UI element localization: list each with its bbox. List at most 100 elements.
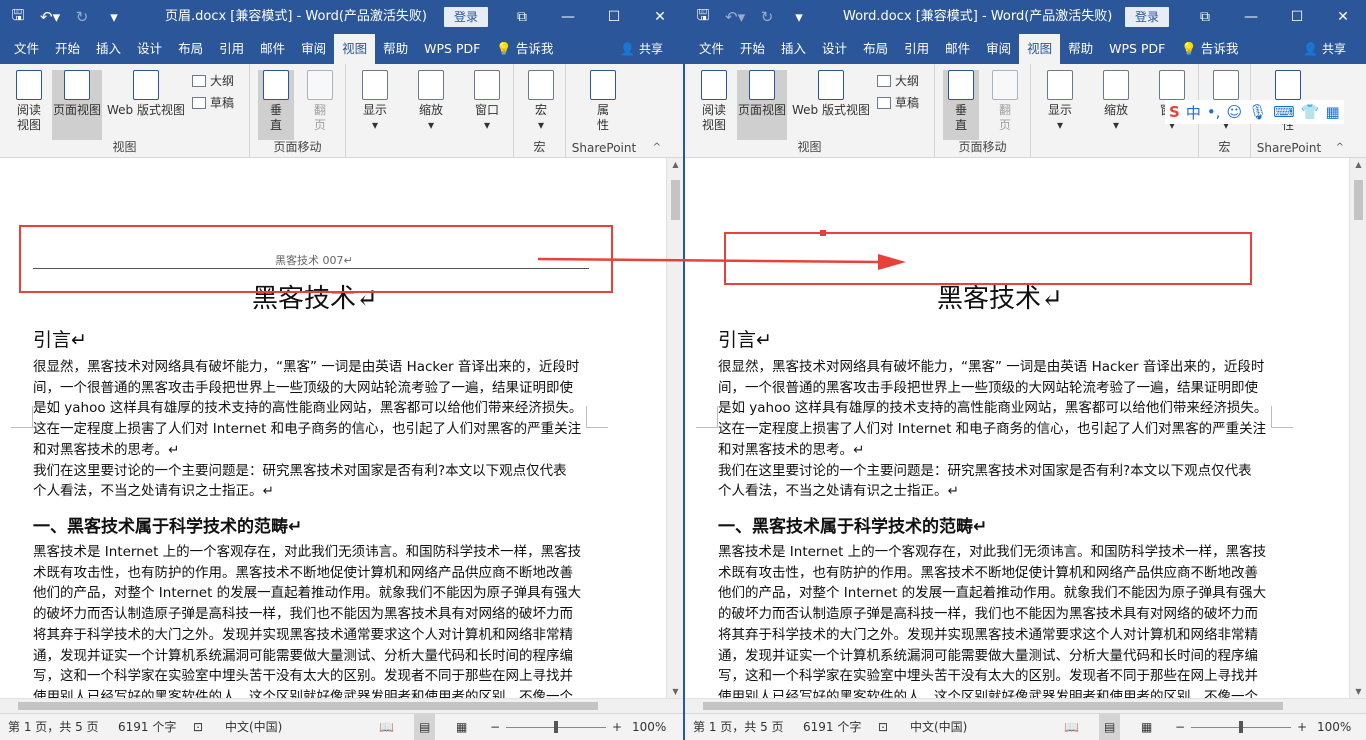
show-button[interactable]: 显示 ▾	[1045, 70, 1075, 133]
zoom-in-icon[interactable]: +	[612, 714, 622, 740]
tab-design[interactable]: 设计	[129, 34, 170, 64]
proofing-icon[interactable]: ⊡	[878, 714, 888, 740]
read-mode-button[interactable]: 阅读 视图	[693, 70, 735, 133]
ribbon-display-options-icon[interactable]: ⧉	[1182, 0, 1228, 34]
document-page[interactable]: 黑客技术↵ 引言↵ 很显然，黑客技术对网络具有破坏能力，“黑客” 一词是由英语 …	[685, 158, 1349, 698]
tab-file[interactable]: 文件	[6, 34, 47, 64]
word-count[interactable]: 6191 个字	[803, 714, 861, 740]
show-button[interactable]: 显示 ▾	[360, 70, 390, 133]
page-count[interactable]: 第 1 页，共 5 页	[8, 714, 99, 740]
save-icon[interactable]: 🖫	[693, 5, 713, 30]
tab-review[interactable]: 审阅	[293, 34, 334, 64]
ime-emoji-icon[interactable]: ☺	[1226, 103, 1242, 121]
horizontal-scrollbar[interactable]	[0, 698, 683, 713]
tab-layout[interactable]: 布局	[855, 34, 896, 64]
tab-home[interactable]: 开始	[732, 34, 773, 64]
ime-skin-icon[interactable]: 👕	[1301, 103, 1320, 121]
share-button[interactable]: 👤 共享	[620, 34, 663, 64]
tab-help[interactable]: 帮助	[1060, 34, 1101, 64]
ime-voice-icon[interactable]: 🎙	[1248, 103, 1267, 121]
draft-button[interactable]: 草稿	[192, 94, 234, 111]
close-icon[interactable]: ✕	[1320, 0, 1366, 34]
zoom-button[interactable]: 缩放 ▾	[416, 70, 446, 133]
language[interactable]: 中文(中国)	[225, 714, 282, 740]
outline-button[interactable]: 大纲	[877, 72, 919, 89]
read-mode-icon[interactable]: 📖	[379, 714, 394, 740]
web-layout-icon[interactable]: ▦	[456, 714, 467, 740]
zoom-level[interactable]: 100%	[632, 714, 666, 740]
tab-help[interactable]: 帮助	[375, 34, 416, 64]
print-layout-icon[interactable]: ▤	[1099, 714, 1121, 740]
ime-keyboard-icon[interactable]: ⌨	[1273, 103, 1295, 121]
read-mode-button[interactable]: 阅读 视图	[8, 70, 50, 133]
tab-references[interactable]: 引用	[211, 34, 252, 64]
zoom-slider-knob[interactable]	[554, 721, 558, 733]
print-layout-icon[interactable]: ▤	[414, 714, 436, 740]
read-mode-icon[interactable]: 📖	[1064, 714, 1079, 740]
tab-tell-me[interactable]: 💡 告诉我	[488, 34, 561, 64]
horizontal-scroll-thumb[interactable]	[18, 702, 598, 710]
vertical-button[interactable]: 垂 直	[258, 70, 294, 140]
maximize-icon[interactable]: ☐	[591, 0, 637, 34]
outline-button[interactable]: 大纲	[192, 72, 234, 89]
scroll-thumb[interactable]	[671, 180, 680, 220]
web-layout-button[interactable]: Web 版式视图	[789, 70, 873, 118]
tab-review[interactable]: 审阅	[978, 34, 1019, 64]
tab-wps-pdf[interactable]: WPS PDF	[1101, 34, 1173, 64]
word-count[interactable]: 6191 个字	[118, 714, 176, 740]
page-count[interactable]: 第 1 页，共 5 页	[693, 714, 784, 740]
print-layout-button[interactable]: 页面视图	[737, 70, 787, 140]
redo-icon[interactable]: ↻	[757, 8, 777, 26]
tab-insert[interactable]: 插入	[773, 34, 814, 64]
document-page[interactable]: 黑客技术 007↵ 黑客技术↵ 引言↵ 很显然，黑客技术对网络具有破坏能力，“黑…	[0, 158, 666, 698]
share-button[interactable]: 👤 共享	[1303, 34, 1346, 64]
tab-view[interactable]: 视图	[1019, 34, 1061, 64]
ime-punctuation-icon[interactable]: •,	[1207, 103, 1221, 121]
zoom-out-icon[interactable]: −	[1175, 714, 1185, 740]
horizontal-scroll-thumb[interactable]	[703, 702, 1283, 710]
horizontal-scrollbar[interactable]	[685, 698, 1366, 713]
tab-tell-me[interactable]: 💡 告诉我	[1173, 34, 1246, 64]
zoom-button[interactable]: 缩放 ▾	[1101, 70, 1131, 133]
tab-wps-pdf[interactable]: WPS PDF	[416, 34, 488, 64]
tab-layout[interactable]: 布局	[170, 34, 211, 64]
web-layout-icon[interactable]: ▦	[1141, 714, 1152, 740]
save-icon[interactable]: 🖫	[8, 5, 28, 30]
zoom-level[interactable]: 100%	[1317, 714, 1351, 740]
print-layout-button[interactable]: 页面视图	[52, 70, 102, 140]
scroll-up-icon[interactable]: ▲	[1350, 160, 1366, 169]
web-layout-button[interactable]: Web 版式视图	[104, 70, 188, 118]
collapse-ribbon-icon[interactable]: ^	[1336, 142, 1344, 153]
tab-mailings[interactable]: 邮件	[937, 34, 978, 64]
vertical-button[interactable]: 垂 直	[943, 70, 979, 140]
properties-button[interactable]: 属 性	[588, 70, 618, 133]
tab-mailings[interactable]: 邮件	[252, 34, 293, 64]
ribbon-display-options-icon[interactable]: ⧉	[499, 0, 545, 34]
ime-toolbox-icon[interactable]: ▦	[1325, 103, 1339, 121]
tab-references[interactable]: 引用	[896, 34, 937, 64]
vertical-scrollbar[interactable]: ▲ ▼	[1349, 158, 1366, 698]
minimize-icon[interactable]: —	[1228, 0, 1274, 34]
undo-icon[interactable]: ↶▾	[725, 8, 745, 26]
vertical-scrollbar[interactable]: ▲ ▼	[666, 158, 683, 698]
tab-home[interactable]: 开始	[47, 34, 88, 64]
sogou-logo-icon[interactable]: S	[1169, 103, 1180, 121]
zoom-out-icon[interactable]: −	[490, 714, 500, 740]
proofing-icon[interactable]: ⊡	[193, 714, 203, 740]
undo-icon[interactable]: ↶▾	[40, 8, 60, 26]
tab-insert[interactable]: 插入	[88, 34, 129, 64]
login-button[interactable]: 登录	[1125, 7, 1170, 27]
scroll-thumb[interactable]	[1354, 180, 1363, 220]
side-to-side-button[interactable]: 翻 页	[987, 70, 1023, 133]
scroll-down-icon[interactable]: ▼	[667, 687, 683, 696]
customize-qat-icon[interactable]: ▾	[789, 8, 809, 26]
scroll-up-icon[interactable]: ▲	[667, 160, 683, 169]
language[interactable]: 中文(中国)	[910, 714, 967, 740]
zoom-slider-knob[interactable]	[1239, 721, 1243, 733]
draft-button[interactable]: 草稿	[877, 94, 919, 111]
side-to-side-button[interactable]: 翻 页	[302, 70, 338, 133]
scroll-down-icon[interactable]: ▼	[1350, 687, 1366, 696]
close-icon[interactable]: ✕	[637, 0, 683, 34]
tab-design[interactable]: 设计	[814, 34, 855, 64]
redo-icon[interactable]: ↻	[72, 8, 92, 26]
